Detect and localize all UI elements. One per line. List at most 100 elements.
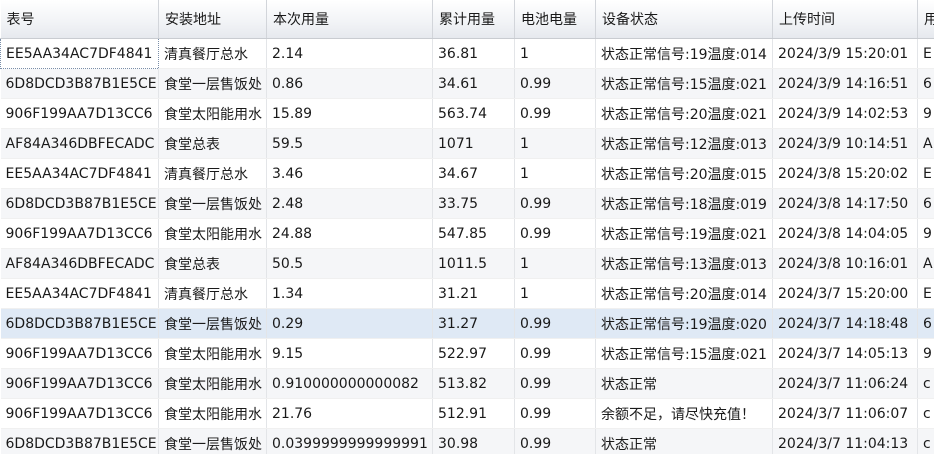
cell-meter-id[interactable]: EE5AA34AC7DF4841: [0, 158, 159, 189]
meter-data-grid[interactable]: 表号 安装地址 本次用量 累计用量 电池电量 设备状态 上传时间 用 EE5AA…: [0, 0, 934, 454]
cell-install-address[interactable]: 食堂一层售饭处: [158, 68, 267, 99]
cell-battery[interactable]: 0.99: [514, 308, 596, 339]
table-row[interactable]: 6D8DCD3B87B1E5CE 食堂一层售饭处 0.86 34.61 0.99 状态正常…: [0, 68, 934, 99]
cell-upload-time[interactable]: 2024/3/7 14:18:48: [772, 308, 918, 339]
cell-total-usage[interactable]: 36.81: [432, 38, 515, 69]
cell-meter-id[interactable]: 906F199AA7D13CC6: [0, 398, 159, 429]
column-header-install-address[interactable]: 安装地址: [158, 0, 267, 39]
cell-device-status[interactable]: 状态正常信号:18温度:019: [595, 188, 773, 219]
cell-install-address[interactable]: 清真餐厅总水: [158, 158, 267, 189]
cell-current-usage[interactable]: 0.910000000000082: [266, 368, 433, 399]
cell-current-usage[interactable]: 1.34: [266, 278, 433, 309]
cell-device-status[interactable]: 状态正常信号:20温度:014: [595, 278, 773, 309]
cell-device-status[interactable]: 状态正常信号:19温度:014: [595, 38, 773, 69]
cell-total-usage[interactable]: 34.67: [432, 158, 515, 189]
cell-install-address[interactable]: 食堂太阳能用水: [158, 98, 267, 129]
cell-total-usage[interactable]: 30.98: [432, 428, 515, 454]
cell-upload-time[interactable]: 2024/3/8 14:17:50: [772, 188, 918, 219]
cell-install-address[interactable]: 食堂太阳能用水: [158, 338, 267, 369]
table-row[interactable]: AF84A346DBFECADC 食堂总表 50.5 1011.5 1 状态正常信号:13…: [0, 248, 934, 279]
cell-install-address[interactable]: 食堂总表: [158, 128, 267, 159]
cell-extra[interactable]: 9: [917, 98, 934, 129]
table-row[interactable]: 906F199AA7D13CC6 食堂太阳能用水 15.89 563.74 0.99 状态…: [0, 98, 934, 129]
cell-extra[interactable]: E: [917, 158, 934, 189]
cell-total-usage[interactable]: 1071: [432, 128, 515, 159]
cell-meter-id[interactable]: 6D8DCD3B87B1E5CE: [0, 68, 159, 99]
cell-current-usage[interactable]: 21.76: [266, 398, 433, 429]
cell-meter-id[interactable]: 906F199AA7D13CC6: [0, 368, 159, 399]
cell-device-status[interactable]: 状态正常信号:19温度:020: [595, 308, 773, 339]
cell-install-address[interactable]: 食堂太阳能用水: [158, 368, 267, 399]
cell-extra[interactable]: c: [917, 368, 934, 399]
cell-extra[interactable]: c: [917, 428, 934, 454]
table-row[interactable]: 6D8DCD3B87B1E5CE 食堂一层售饭处 0.29 31.27 0.99 状态正常…: [0, 308, 934, 339]
cell-current-usage[interactable]: 24.88: [266, 218, 433, 249]
cell-upload-time[interactable]: 2024/3/7 11:06:07: [772, 398, 918, 429]
table-row[interactable]: EE5AA34AC7DF4841 清真餐厅总水 3.46 34.67 1 状态正常信号:2…: [0, 158, 934, 189]
table-row[interactable]: 906F199AA7D13CC6 食堂太阳能用水 9.15 522.97 0.99 状态正…: [0, 338, 934, 369]
cell-battery[interactable]: 0.99: [514, 398, 596, 429]
cell-current-usage[interactable]: 0.29: [266, 308, 433, 339]
column-header-total-usage[interactable]: 累计用量: [432, 0, 515, 39]
cell-upload-time[interactable]: 2024/3/8 10:16:01: [772, 248, 918, 279]
cell-upload-time[interactable]: 2024/3/9 14:02:53: [772, 98, 918, 129]
cell-battery[interactable]: 0.99: [514, 188, 596, 219]
cell-battery[interactable]: 1: [514, 128, 596, 159]
column-header-battery[interactable]: 电池电量: [514, 0, 596, 39]
cell-total-usage[interactable]: 563.74: [432, 98, 515, 129]
cell-meter-id[interactable]: AF84A346DBFECADC: [0, 128, 159, 159]
cell-battery[interactable]: 1: [514, 158, 596, 189]
cell-battery[interactable]: 1: [514, 38, 596, 69]
cell-device-status[interactable]: 余额不足，请尽快充值！: [595, 398, 773, 429]
cell-current-usage[interactable]: 2.48: [266, 188, 433, 219]
table-row[interactable]: EE5AA34AC7DF4841 清真餐厅总水 2.14 36.81 1 状态正常信号:1…: [0, 38, 934, 69]
cell-device-status[interactable]: 状态正常: [595, 368, 773, 399]
cell-meter-id[interactable]: 6D8DCD3B87B1E5CE: [0, 308, 159, 339]
cell-extra[interactable]: 9: [917, 338, 934, 369]
cell-extra[interactable]: 6: [917, 308, 934, 339]
cell-device-status[interactable]: 状态正常信号:20温度:021: [595, 98, 773, 129]
cell-total-usage[interactable]: 34.61: [432, 68, 515, 99]
table-row[interactable]: 906F199AA7D13CC6 食堂太阳能用水 21.76 512.91 0.99 余额…: [0, 398, 934, 429]
cell-device-status[interactable]: 状态正常: [595, 428, 773, 454]
cell-current-usage[interactable]: 2.14: [266, 38, 433, 69]
cell-current-usage[interactable]: 50.5: [266, 248, 433, 279]
column-header-meter-id[interactable]: 表号: [0, 0, 159, 39]
cell-install-address[interactable]: 清真餐厅总水: [158, 278, 267, 309]
cell-current-usage[interactable]: 3.46: [266, 158, 433, 189]
table-row[interactable]: 6D8DCD3B87B1E5CE 食堂一层售饭处 2.48 33.75 0.99 状态正常…: [0, 188, 934, 219]
cell-meter-id[interactable]: 906F199AA7D13CC6: [0, 218, 159, 249]
cell-battery[interactable]: 0.99: [514, 218, 596, 249]
cell-current-usage[interactable]: 0.0399999999999991: [266, 428, 433, 454]
cell-device-status[interactable]: 状态正常信号:13温度:013: [595, 248, 773, 279]
cell-meter-id[interactable]: AF84A346DBFECADC: [0, 248, 159, 279]
cell-current-usage[interactable]: 9.15: [266, 338, 433, 369]
cell-meter-id[interactable]: 6D8DCD3B87B1E5CE: [0, 428, 159, 454]
cell-extra[interactable]: E: [917, 278, 934, 309]
cell-total-usage[interactable]: 31.21: [432, 278, 515, 309]
cell-current-usage[interactable]: 0.86: [266, 68, 433, 99]
table-row[interactable]: 906F199AA7D13CC6 食堂太阳能用水 0.910000000000082…: [0, 368, 934, 399]
cell-upload-time[interactable]: 2024/3/9 15:20:01: [772, 38, 918, 69]
cell-upload-time[interactable]: 2024/3/7 15:20:00: [772, 278, 918, 309]
column-header-upload-time[interactable]: 上传时间: [772, 0, 918, 39]
cell-battery[interactable]: 0.99: [514, 368, 596, 399]
cell-device-status[interactable]: 状态正常信号:20温度:015: [595, 158, 773, 189]
cell-battery[interactable]: 1: [514, 278, 596, 309]
cell-meter-id[interactable]: 6D8DCD3B87B1E5CE: [0, 188, 159, 219]
cell-install-address[interactable]: 食堂一层售饭处: [158, 188, 267, 219]
cell-device-status[interactable]: 状态正常信号:15温度:021: [595, 68, 773, 99]
cell-install-address[interactable]: 食堂太阳能用水: [158, 218, 267, 249]
table-row[interactable]: 6D8DCD3B87B1E5CE 食堂一层售饭处 0.039999999999999…: [0, 428, 934, 454]
cell-install-address[interactable]: 食堂总表: [158, 248, 267, 279]
table-row[interactable]: 906F199AA7D13CC6 食堂太阳能用水 24.88 547.85 0.99 状态…: [0, 218, 934, 249]
cell-install-address[interactable]: 清真餐厅总水: [158, 38, 267, 69]
cell-battery[interactable]: 1: [514, 248, 596, 279]
cell-install-address[interactable]: 食堂一层售饭处: [158, 428, 267, 454]
table-row[interactable]: EE5AA34AC7DF4841 清真餐厅总水 1.34 31.21 1 状态正常信号:2…: [0, 278, 934, 309]
cell-battery[interactable]: 0.99: [514, 338, 596, 369]
column-header-current-usage[interactable]: 本次用量: [266, 0, 433, 39]
column-header-device-status[interactable]: 设备状态: [595, 0, 773, 39]
cell-device-status[interactable]: 状态正常信号:19温度:021: [595, 218, 773, 249]
cell-total-usage[interactable]: 1011.5: [432, 248, 515, 279]
